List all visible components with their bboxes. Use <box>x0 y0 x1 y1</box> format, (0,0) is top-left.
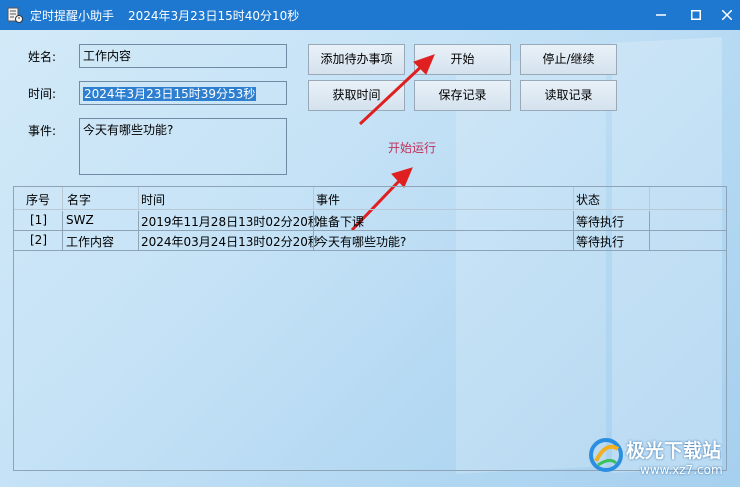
column-header-time[interactable]: 时间 <box>141 191 165 208</box>
watermark: 极光下载站 www.xz7.com <box>588 435 730 481</box>
row-name: 工作内容 <box>66 235 115 249</box>
column-header-index[interactable]: 序号 <box>26 191 50 208</box>
app-window: 定时提醒小助手 2024年3月23日15时40分10秒 姓名: 工作内容 时间:… <box>0 0 740 487</box>
row-event: 准备下课 <box>316 215 365 229</box>
watermark-text: 极光下载站 <box>626 440 722 462</box>
column-header-name[interactable]: 名字 <box>67 191 91 208</box>
table-header: 序号 名字 时间 事件 状态 <box>14 187 726 210</box>
row-index: [2] <box>30 233 47 247</box>
row-name: SWZ <box>66 213 94 227</box>
row-event: 今天有哪些功能? <box>316 235 407 249</box>
row-status: 等待执行 <box>576 235 625 249</box>
todo-table[interactable]: 序号 名字 时间 事件 状态 [1] SWZ 2019年11月28日13时02分… <box>13 186 727 471</box>
column-header-event[interactable]: 事件 <box>316 191 340 208</box>
row-time: 2024年03月24日13时02分20秒 <box>141 235 320 249</box>
table-row[interactable]: [1] SWZ 2019年11月28日13时02分20秒 准备下课 等待执行 <box>14 211 726 231</box>
row-time: 2019年11月28日13时02分20秒 <box>141 215 320 229</box>
watermark-logo-icon <box>589 438 623 472</box>
row-status: 等待执行 <box>576 215 625 229</box>
row-index: [1] <box>30 213 47 227</box>
table-row[interactable]: [2] 工作内容 2024年03月24日13时02分20秒 今天有哪些功能? 等… <box>14 231 726 251</box>
column-header-status[interactable]: 状态 <box>576 191 600 208</box>
watermark-url: www.xz7.com <box>640 463 723 477</box>
arrow-icon <box>358 54 435 126</box>
